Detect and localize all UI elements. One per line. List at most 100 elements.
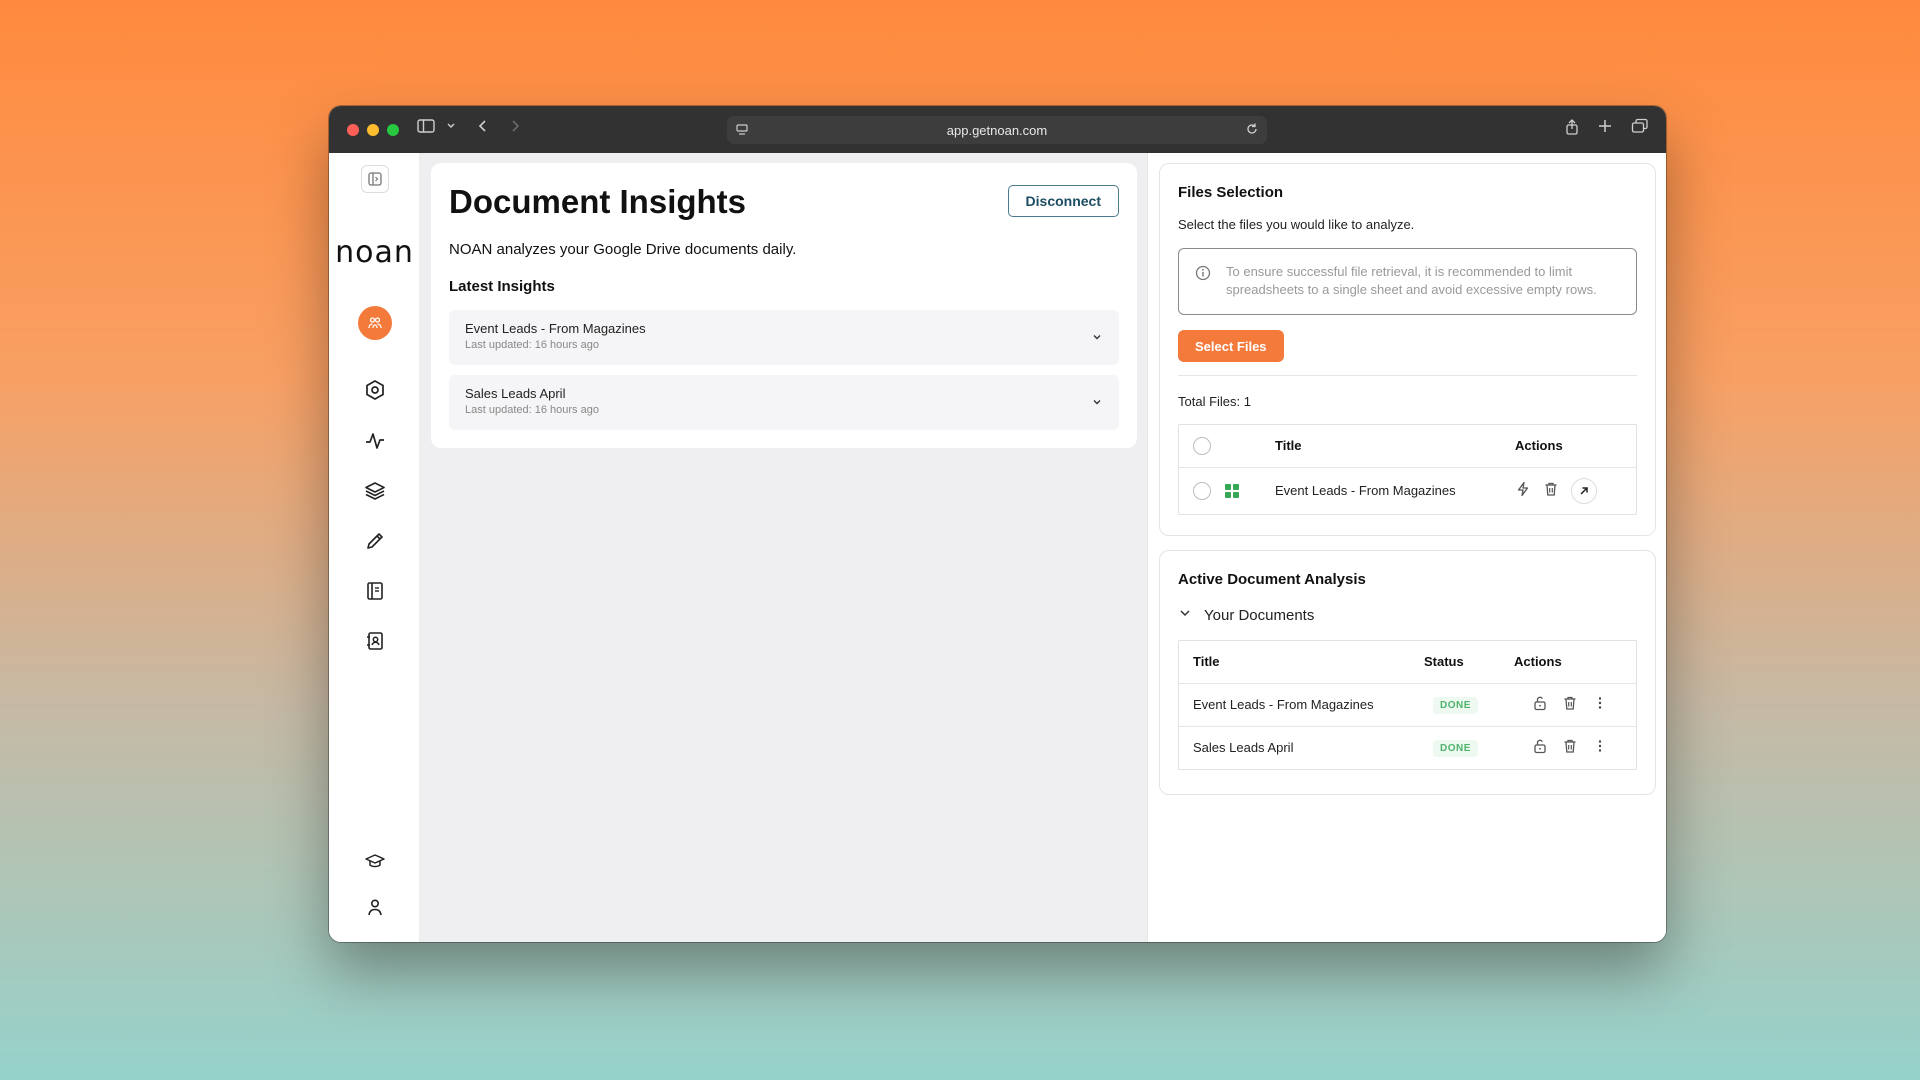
document-title: Sales Leads April	[1179, 725, 1424, 769]
info-icon	[1195, 265, 1211, 286]
files-table: Title Actions Event Leads - From Magazin…	[1178, 424, 1637, 515]
files-selection-panel: Files Selection Select the files you wou…	[1159, 163, 1656, 536]
insight-updated: Last updated: 16 hours ago	[465, 404, 599, 416]
sidebar-item-hexagon[interactable]	[329, 379, 420, 406]
logo[interactable]: noan	[329, 235, 420, 270]
app-content: noan Document Insights Disconnect NOAN a…	[329, 153, 1666, 942]
column-actions: Actions	[1514, 654, 1562, 670]
files-selection-description: Select the files you would like to analy…	[1178, 217, 1415, 232]
contacts-icon	[364, 630, 386, 657]
trash-icon[interactable]	[1543, 481, 1559, 500]
logo-text: noan	[335, 235, 414, 270]
minimize-window-button[interactable]	[367, 124, 379, 136]
reload-icon[interactable]	[1245, 122, 1259, 139]
document-title: Event Leads - From Magazines	[1179, 682, 1424, 726]
layers-icon	[364, 480, 386, 507]
unlock-icon[interactable]	[1532, 695, 1548, 714]
chevron-down-icon	[1178, 606, 1192, 624]
user-icon	[364, 896, 386, 923]
team-avatar[interactable]	[329, 306, 420, 340]
right-panel: Files Selection Select the files you wou…	[1147, 153, 1666, 942]
app-sidebar: noan	[329, 153, 420, 942]
column-title: Title	[1275, 438, 1302, 454]
close-window-button[interactable]	[347, 124, 359, 136]
info-notice: To ensure successful file retrieval, it …	[1178, 248, 1637, 315]
open-external-button[interactable]	[1571, 477, 1597, 504]
page-subtitle: NOAN analyzes your Google Drive document…	[449, 241, 797, 258]
trash-icon[interactable]	[1562, 695, 1578, 714]
trash-icon[interactable]	[1562, 738, 1578, 757]
new-tab-icon[interactable]	[1597, 118, 1613, 134]
insight-item[interactable]: Event Leads - From Magazines Last update…	[449, 310, 1119, 365]
sidebar-toggle-icon[interactable]	[417, 118, 435, 134]
your-documents-label: Your Documents	[1204, 606, 1315, 624]
row-actions	[1532, 695, 1636, 714]
more-vertical-icon[interactable]	[1592, 695, 1608, 714]
browser-titlebar: app.getnoan.com	[329, 106, 1666, 153]
your-documents-toggle[interactable]: Your Documents	[1178, 606, 1637, 624]
insight-item[interactable]: Sales Leads April Last updated: 16 hours…	[449, 375, 1119, 430]
address-bar[interactable]: app.getnoan.com	[727, 116, 1267, 144]
url-text[interactable]: app.getnoan.com	[947, 123, 1047, 138]
maximize-window-button[interactable]	[387, 124, 399, 136]
table-row[interactable]: Event Leads - From Magazines	[1179, 466, 1636, 514]
row-actions	[1532, 738, 1636, 757]
arrow-up-right-icon	[1580, 487, 1588, 495]
sidebar-item-profile[interactable]	[329, 896, 420, 923]
column-title: Title	[1193, 654, 1220, 670]
users-icon[interactable]	[357, 306, 392, 340]
share-icon[interactable]	[1564, 118, 1580, 136]
sidebar-item-book[interactable]	[329, 580, 420, 607]
browser-window: app.getnoan.com noan Document Insights D…	[329, 106, 1666, 942]
activity-icon	[364, 430, 386, 457]
total-files: Total Files: 1	[1178, 394, 1251, 409]
lightning-icon[interactable]	[1515, 481, 1531, 500]
main-area: Document Insights Disconnect NOAN analyz…	[420, 153, 1147, 942]
file-title: Event Leads - From Magazines	[1275, 466, 1515, 514]
back-icon[interactable]	[477, 118, 489, 134]
sidebar-item-pencil[interactable]	[329, 530, 420, 557]
divider	[1178, 375, 1637, 376]
select-files-button[interactable]: Select Files	[1178, 330, 1284, 362]
pencil-icon	[364, 530, 386, 557]
analysis-table: Title Status Actions Event Leads - From …	[1178, 640, 1637, 770]
book-icon	[364, 580, 386, 607]
graduation-cap-icon	[364, 850, 386, 877]
forward-icon[interactable]	[509, 118, 521, 134]
document-insights-card: Document Insights Disconnect NOAN analyz…	[431, 163, 1137, 448]
chevron-down-icon[interactable]	[1091, 330, 1103, 348]
active-analysis-heading: Active Document Analysis	[1178, 571, 1366, 588]
page-settings-icon[interactable]	[735, 123, 749, 140]
tab-overview-icon[interactable]	[1631, 118, 1649, 134]
hexagon-icon	[364, 379, 386, 406]
sidebar-collapse-button[interactable]	[329, 165, 420, 193]
row-actions	[1515, 477, 1636, 504]
files-selection-heading: Files Selection	[1178, 184, 1284, 201]
table-row[interactable]: Sales Leads April DONE	[1179, 725, 1636, 769]
table-header-row: Title Actions	[1179, 425, 1636, 467]
more-vertical-icon[interactable]	[1592, 738, 1608, 757]
disconnect-button[interactable]: Disconnect	[1007, 185, 1119, 217]
chevron-down-icon[interactable]	[446, 118, 456, 134]
insight-title: Sales Leads April	[465, 386, 566, 401]
panel-toggle-icon[interactable]	[360, 165, 389, 193]
table-header-row: Title Status Actions	[1179, 641, 1636, 683]
table-row[interactable]: Event Leads - From Magazines DONE	[1179, 682, 1636, 726]
info-text: To ensure successful file retrieval, it …	[1226, 264, 1597, 297]
sidebar-item-contacts[interactable]	[329, 630, 420, 657]
row-checkbox[interactable]	[1193, 481, 1211, 500]
sidebar-item-layers[interactable]	[329, 480, 420, 507]
chevron-down-icon[interactable]	[1091, 395, 1103, 413]
insight-updated: Last updated: 16 hours ago	[465, 339, 599, 351]
status-badge: DONE	[1433, 696, 1478, 714]
spreadsheet-icon	[1225, 483, 1275, 498]
sidebar-item-activity[interactable]	[329, 430, 420, 457]
window-controls	[347, 124, 399, 136]
sidebar-item-academy[interactable]	[329, 850, 420, 877]
latest-insights-heading: Latest Insights	[449, 278, 555, 295]
column-status: Status	[1424, 654, 1464, 670]
insight-title: Event Leads - From Magazines	[465, 321, 646, 336]
unlock-icon[interactable]	[1532, 738, 1548, 757]
select-all-checkbox[interactable]	[1193, 436, 1211, 455]
active-analysis-panel: Active Document Analysis Your Documents …	[1159, 550, 1656, 795]
